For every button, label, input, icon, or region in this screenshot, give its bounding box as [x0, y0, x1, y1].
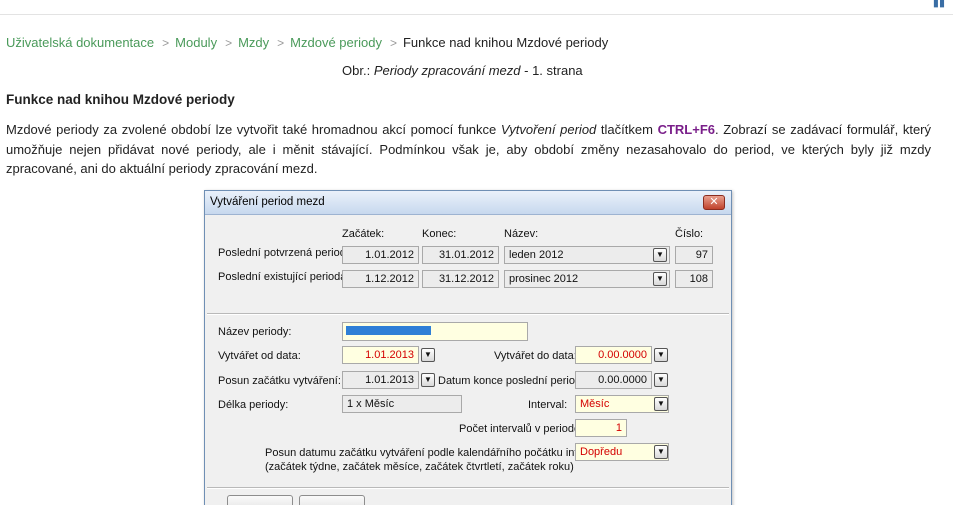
breadcrumb-item-modules[interactable]: Moduly	[175, 35, 217, 50]
breadcrumb-item-payroll[interactable]: Mzdy	[238, 35, 269, 50]
interval-count-label: Počet intervalů v periodě:	[459, 423, 584, 435]
create-periods-dialog: Vytváření period mezd ✕ Začátek: Konec: …	[204, 190, 732, 505]
last-existing-end-field: 31.12.2012	[422, 270, 499, 288]
shift-date-hint: (začátek týdne, začátek měsíce, začátek …	[265, 461, 574, 473]
section-paragraph: Mzdové periody za zvolené období lze vyt…	[6, 120, 931, 179]
last-existing-name-field: prosinec 2012	[504, 270, 670, 288]
chevron-right-icon: >	[162, 36, 170, 50]
last-existing-period-label: Poslední existující perioda:	[218, 271, 350, 283]
breadcrumb-current: Funkce nad knihou Mzdové periody	[402, 35, 609, 50]
chevron-right-icon: >	[225, 36, 233, 50]
period-length-field: 1 x Měsíc	[342, 395, 462, 413]
period-name-input[interactable]	[342, 322, 528, 341]
breadcrumb: Uživatelská dokumentace > Moduly > Mzdy > Mzdo…	[6, 35, 608, 50]
last-period-end-label: Datum konce poslední periody:	[438, 375, 590, 387]
divider	[207, 487, 729, 489]
chevron-down-icon[interactable]: ▼	[653, 272, 667, 286]
header-end: Konec:	[422, 228, 457, 240]
calendar-dropdown-icon[interactable]: ▼	[654, 348, 668, 362]
corner-icon: ▮▮	[932, 0, 945, 9]
last-confirmed-number-field: 97	[675, 246, 713, 264]
chevron-right-icon: >	[277, 36, 285, 50]
last-confirmed-period-label: Poslední potvrzená perioda:	[218, 247, 355, 259]
chevron-down-icon[interactable]: ▼	[653, 248, 667, 262]
header-start: Začátek:	[342, 228, 385, 240]
last-confirmed-name-field: leden 2012	[504, 246, 670, 264]
interval-count-input[interactable]: 1	[575, 419, 627, 437]
close-button[interactable]: ✕	[703, 195, 725, 210]
breadcrumb-item-payroll-periods[interactable]: Mzdové periody	[290, 35, 382, 50]
header-number: Číslo:	[675, 228, 704, 240]
create-to-input[interactable]: 0.00.0000	[575, 346, 652, 364]
dialog-title: Vytváření period mezd	[210, 196, 325, 208]
figure-caption: Obr.: Periody zpracování mezd - 1. stran…	[342, 63, 583, 78]
function-name: Vytvoření period	[500, 122, 597, 137]
dialog-button[interactable]	[227, 495, 293, 505]
text-selection	[346, 326, 431, 335]
chevron-right-icon: >	[389, 36, 397, 50]
divider	[207, 313, 729, 315]
calendar-dropdown-icon[interactable]: ▼	[421, 348, 435, 362]
header-name: Název:	[504, 228, 539, 240]
breadcrumb-item-user-docs[interactable]: Uživatelská dokumentace	[6, 35, 154, 50]
section-heading: Funkce nad knihou Mzdové periody	[6, 92, 235, 107]
last-existing-start-field: 1.12.2012	[342, 270, 419, 288]
caption-prefix: Obr.:	[342, 63, 371, 78]
calendar-dropdown-icon[interactable]: ▼	[421, 373, 435, 387]
last-existing-number-field: 108	[675, 270, 713, 288]
create-to-label: Vytvářet do data:	[494, 350, 577, 362]
chevron-down-icon[interactable]: ▼	[654, 445, 668, 459]
top-bar: ▮▮	[0, 0, 953, 15]
period-name-label: Název periody:	[218, 326, 292, 338]
shortcut-key: CTRL+F6	[657, 122, 715, 137]
interval-label: Interval:	[528, 399, 568, 411]
dialog-button[interactable]	[299, 495, 365, 505]
shift-start-label: Posun začátku vytváření:	[218, 375, 341, 387]
last-confirmed-end-field: 31.01.2012	[422, 246, 499, 264]
calendar-dropdown-icon[interactable]: ▼	[654, 373, 668, 387]
dialog-titlebar[interactable]: Vytváření period mezd ✕	[205, 191, 731, 215]
last-confirmed-start-field: 1.01.2012	[342, 246, 419, 264]
paragraph-text: tlačítkem	[596, 122, 658, 137]
paragraph-text: Mzdové periody za zvolené období lze vyt…	[6, 122, 501, 137]
shift-date-label: Posun datumu začátku vytváření podle kal…	[265, 447, 611, 459]
caption-title: Periody zpracování mezd	[373, 63, 521, 78]
chevron-down-icon[interactable]: ▼	[654, 397, 668, 411]
caption-suffix: - 1. strana	[524, 63, 583, 78]
period-length-label: Délka periody:	[218, 399, 289, 411]
shift-start-input[interactable]: 1.01.2013	[342, 371, 419, 389]
last-period-end-input[interactable]: 0.00.0000	[575, 371, 652, 389]
create-from-input[interactable]: 1.01.2013	[342, 346, 419, 364]
create-from-label: Vytvářet od data:	[218, 350, 301, 362]
